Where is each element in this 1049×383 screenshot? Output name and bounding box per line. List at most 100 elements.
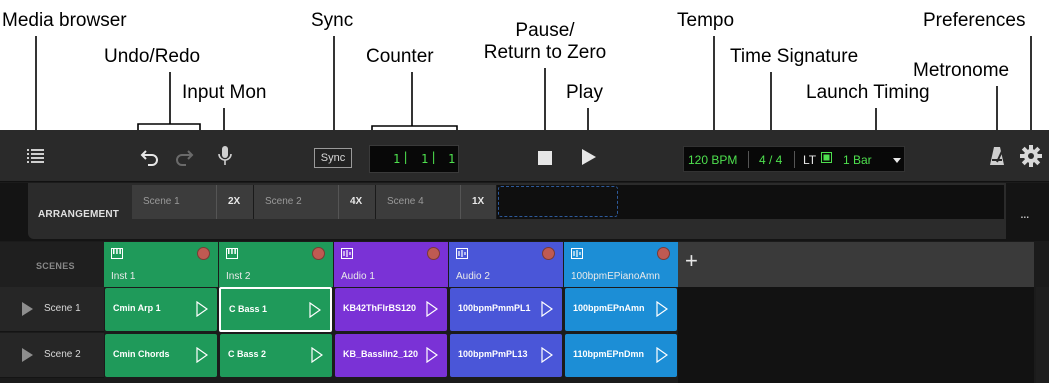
clip[interactable]: KB42ThFlrBS120 [335, 288, 447, 331]
clip-name: C Bass 1 [229, 304, 268, 314]
counter-beats: 1 [421, 152, 429, 166]
annotation-undo-redo: Undo/Redo [104, 46, 201, 67]
track-name: Inst 2 [226, 271, 251, 282]
piano-icon [226, 248, 238, 262]
tempo-divider [794, 151, 795, 168]
redo-icon[interactable] [172, 144, 196, 168]
launch-timing-value[interactable]: 1 Bar [843, 153, 872, 167]
counter-separator: | [430, 150, 438, 164]
annotation-play: Play [566, 82, 603, 103]
clip[interactable]: Cmin Chords [105, 334, 217, 377]
record-arm-button[interactable] [427, 247, 440, 260]
scene-play-icon[interactable] [22, 302, 33, 316]
annotation-launch-timing: Launch Timing [806, 82, 930, 103]
clip[interactable]: 100bpmEPnAmn [565, 288, 677, 331]
annotation-pause: Pause/ Return to Zero [470, 20, 620, 64]
counter-display[interactable]: 1 | 1 | 1 [369, 145, 459, 173]
arrangement-scene[interactable]: Scene 2 4X [254, 185, 376, 219]
arrangement-panel: ARRANGEMENT Scene 1 2X Scene 2 4X Scene … [28, 183, 1006, 239]
arrangement-scene-name: Scene 4 [387, 196, 424, 207]
vertical-scrollbar[interactable] [1036, 287, 1049, 383]
clip-name: 110bpmEPnDmn [573, 349, 645, 359]
clip-name: C Bass 2 [228, 349, 267, 359]
input-monitor-icon[interactable] [213, 144, 237, 168]
track-header[interactable]: Audio 2 [449, 242, 564, 287]
annotation-counter: Counter [366, 46, 434, 67]
piano-icon [111, 248, 123, 262]
play-icon[interactable] [582, 149, 596, 165]
launch-timing-label: LT [803, 153, 817, 167]
grid-icon [821, 152, 832, 166]
scene-play-icon[interactable] [22, 348, 33, 362]
undo-icon[interactable] [138, 144, 162, 168]
media-browser-icon[interactable] [24, 144, 48, 168]
arrangement-scene[interactable]: Scene 4 1X [376, 185, 497, 219]
tempo-value[interactable]: 120 BPM [688, 153, 737, 167]
more-options-button[interactable]: ... [1020, 205, 1030, 221]
counter-ticks: 1 [448, 152, 456, 166]
clip[interactable]: 100bpmPmmPL1 [450, 288, 562, 331]
empty-clip-area [678, 287, 1034, 383]
track-name: Audio 1 [341, 271, 375, 282]
arrangement-drop-slot[interactable] [498, 186, 618, 217]
metronome-icon[interactable] [985, 144, 1009, 168]
scene-row[interactable]: Scene 2 [0, 333, 104, 378]
clip[interactable]: 100bpmPmPL13 [450, 334, 562, 377]
clip-name: Cmin Arp 1 [113, 303, 161, 313]
annotation-pause-line2: Return to Zero [483, 42, 607, 63]
arrangement-scene-repeat[interactable]: 1X [460, 185, 497, 219]
arrangement-scene-name: Scene 2 [265, 196, 302, 207]
scenes-header: SCENES [0, 242, 104, 287]
waveform-icon [456, 248, 468, 262]
arrangement-row: ARRANGEMENT Scene 1 2X Scene 2 4X Scene … [0, 183, 1049, 241]
arrangement-scene-repeat[interactable]: 4X [338, 185, 376, 219]
clip-name: Cmin Chords [113, 349, 170, 359]
app-window: Sync 1 | 1 | 1 120 BPM 4 / 4 LT 1 Bar AR… [0, 130, 1049, 383]
record-arm-button[interactable] [197, 247, 210, 260]
add-track-button[interactable]: + [678, 242, 1034, 287]
counter-separator: | [402, 150, 410, 164]
tempo-display[interactable]: 120 BPM 4 / 4 LT 1 Bar [683, 146, 905, 172]
annotation-sync: Sync [311, 10, 354, 31]
sync-button[interactable]: Sync [314, 148, 352, 168]
scene-name: Scene 2 [44, 349, 81, 360]
gear-icon[interactable] [1019, 144, 1043, 168]
track-header[interactable]: 100bpmEPianoAmn [564, 242, 679, 287]
clip[interactable]: 110bpmEPnDmn [565, 334, 677, 377]
stop-icon[interactable] [538, 151, 552, 165]
clip-name: 100bpmPmmPL1 [458, 303, 531, 313]
scenes-header-label: SCENES [36, 261, 75, 271]
annotation-time-signature: Time Signature [730, 46, 859, 67]
clip[interactable]: Cmin Arp 1 [105, 288, 217, 331]
clip-name: KB_Basslin2_120 [343, 349, 419, 359]
arrangement-scene[interactable]: Scene 1 2X [132, 185, 254, 219]
track-header[interactable]: Inst 2 [219, 242, 334, 287]
clip-selected[interactable]: C Bass 1 [219, 287, 332, 332]
arrangement-scene-repeat[interactable]: 2X [216, 185, 254, 219]
annotation-pause-line1: Pause/ [515, 20, 575, 41]
track-name: Inst 1 [111, 271, 136, 282]
waveform-icon [571, 248, 583, 262]
track-header[interactable]: Audio 1 [334, 242, 449, 287]
record-arm-button[interactable] [657, 247, 670, 260]
waveform-icon [341, 248, 353, 262]
record-arm-button[interactable] [542, 247, 555, 260]
annotation-media-browser: Media browser [2, 10, 127, 31]
chevron-down-icon[interactable] [893, 158, 901, 163]
track-name: 100bpmEPianoAmn [571, 271, 660, 282]
record-arm-button[interactable] [312, 247, 325, 260]
clip[interactable]: C Bass 2 [220, 334, 332, 377]
clip[interactable]: KB_Basslin2_120 [335, 334, 447, 377]
arrangement-strip[interactable]: Scene 1 2X Scene 2 4X Scene 4 1X [132, 185, 1004, 219]
scene-row[interactable]: Scene 1 [0, 287, 104, 332]
annotation-input-mon: Input Mon [182, 82, 267, 103]
annotation-tempo: Tempo [677, 10, 735, 31]
time-signature-value[interactable]: 4 / 4 [759, 153, 782, 167]
scene-name: Scene 1 [44, 303, 81, 314]
arrangement-scene-name: Scene 1 [143, 196, 180, 207]
clip-name: 100bpmEPnAmn [573, 303, 645, 313]
clip-name: 100bpmPmPL13 [458, 349, 528, 359]
annotation-metronome: Metronome [913, 60, 1010, 81]
toolbar: Sync 1 | 1 | 1 120 BPM 4 / 4 LT 1 Bar [0, 130, 1049, 182]
track-header[interactable]: Inst 1 [104, 242, 219, 287]
